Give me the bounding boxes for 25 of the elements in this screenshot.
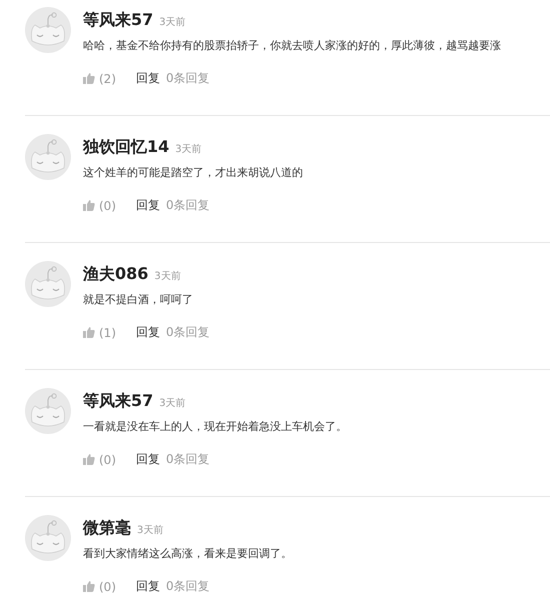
reply-link[interactable]: 回复 xyxy=(136,578,160,595)
comment-time: 3天前 xyxy=(159,397,186,410)
reply-count: 0条回复 xyxy=(166,197,210,214)
user-name: 渔夫086 xyxy=(83,264,148,285)
reply-count: 0条回复 xyxy=(166,70,210,87)
comment-time: 3天前 xyxy=(159,16,186,29)
reply-count: 0条回复 xyxy=(166,324,210,341)
reply-link[interactable]: 回复 xyxy=(136,197,160,214)
comment-text: 一看就是没在车上的人，现在开始着急没上车机会了。 xyxy=(83,419,347,435)
user-name: 微第毫 xyxy=(83,518,131,539)
comment-text: 看到大家情绪这么高涨，看来是要回调了。 xyxy=(83,546,292,562)
user-name: 独饮回忆14 xyxy=(83,137,170,158)
comment-text: 这个姓羊的可能是踏空了，才出来胡说八道的 xyxy=(83,165,303,181)
comment-text: 哈哈，基金不给你持有的股票抬轿子，你就去喷人家涨的好的，厚此薄彼，越骂越要涨 xyxy=(83,38,501,54)
comment-time: 3天前 xyxy=(137,524,164,537)
user-name: 等风来57 xyxy=(83,10,154,31)
user-name: 等风来57 xyxy=(83,391,154,412)
comment-time: 3天前 xyxy=(175,143,202,156)
reply-count: 0条回复 xyxy=(166,451,210,468)
reply-link[interactable]: 回复 xyxy=(136,324,160,341)
comment-time: 3天前 xyxy=(154,270,181,283)
reply-count: 0条回复 xyxy=(166,578,210,595)
reply-link[interactable]: 回复 xyxy=(136,451,160,468)
comment-text: 就是不提白酒，呵呵了 xyxy=(83,292,194,308)
reply-link[interactable]: 回复 xyxy=(136,70,160,87)
